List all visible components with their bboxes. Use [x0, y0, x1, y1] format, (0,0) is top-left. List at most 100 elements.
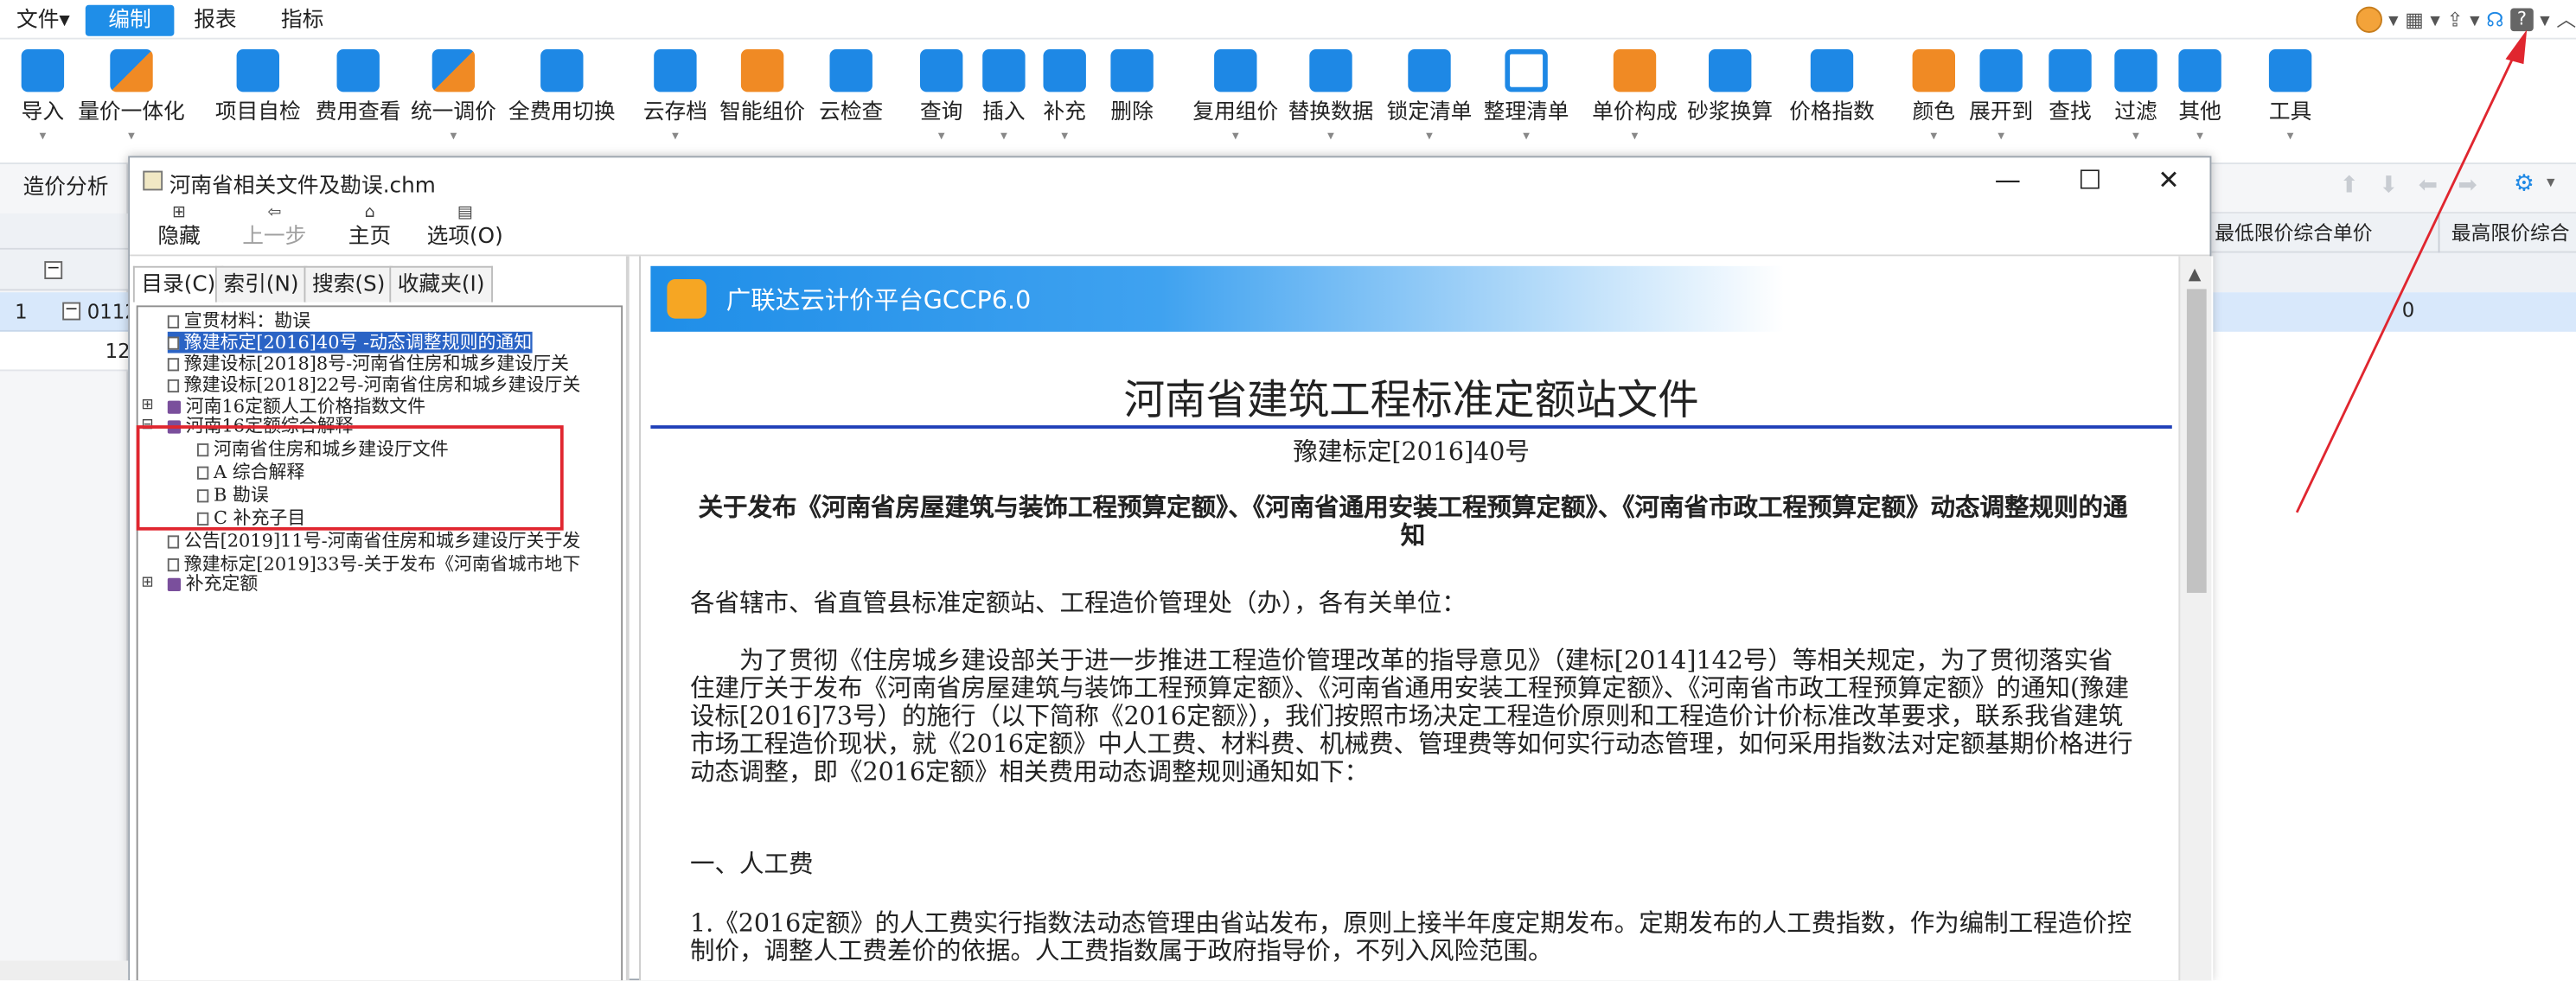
cloud-upload-icon — [654, 49, 697, 92]
tab-contents[interactable]: 目录(C) — [132, 265, 224, 303]
tools-button[interactable]: 工具 ▾ — [2260, 46, 2319, 157]
table-row[interactable]: 1 − 0112 — [0, 292, 137, 332]
grid-icon[interactable]: ▦ — [2405, 5, 2424, 35]
tab-cost-analysis[interactable]: 造价分析 — [0, 171, 109, 207]
price-index-button[interactable]: 价格指数 — [1784, 46, 1879, 157]
column-header[interactable]: 最高限价综合 — [2451, 213, 2570, 253]
project-check-button[interactable]: 项目自检 — [210, 46, 305, 157]
table-row[interactable] — [2211, 252, 2576, 293]
horizontal-scrollbar[interactable] — [0, 960, 129, 981]
arrow-up-icon[interactable]: ⬆ — [2340, 173, 2359, 199]
help-toolbar: ⊞ 隐藏 ⇦ 上一步 ⌂ 主页 ▤ 选项(O) — [130, 203, 2210, 257]
insert-icon — [982, 49, 1026, 92]
full-fee-icon — [540, 49, 584, 92]
organize-list-button[interactable]: 整理清单 ▾ — [1479, 46, 1574, 157]
reuse-pricing-button[interactable]: 复用组价 ▾ — [1190, 46, 1282, 157]
maximize-button[interactable]: ☐ — [2052, 161, 2127, 201]
smart-pricing-button[interactable]: 智能组价 — [716, 46, 808, 157]
other-button[interactable]: 其他 ▾ — [2172, 46, 2228, 157]
tree-item[interactable]: 公告[2019]11号-河南省住房和城乡建设厅关于发 — [167, 531, 580, 551]
lock-icon — [1408, 49, 1451, 92]
tree-folder[interactable]: 补充定额 — [167, 573, 258, 595]
top-right-controls: ▾ ▦ ▾ ⇪ ▾ ☊ ? ▾ ︿ — [2355, 3, 2576, 36]
menu-file[interactable]: 文件▾ — [10, 5, 76, 36]
unit-price-icon — [1613, 49, 1657, 92]
quantity-price-icon — [110, 49, 153, 92]
arrow-right-icon[interactable]: ➡ — [2458, 173, 2477, 199]
full-fee-switch-button[interactable]: 全费用切换 — [502, 46, 621, 157]
tree-item[interactable]: 豫建设标[2018]8号-河南省住房和城乡建设厅关 — [167, 354, 569, 374]
expand-plus-icon[interactable]: ⊞ — [141, 575, 153, 591]
arrow-left-icon[interactable]: ⬅ — [2419, 173, 2438, 199]
expand-plus-icon[interactable]: ⊞ — [141, 398, 153, 414]
chevron-down-icon[interactable]: ▾ — [2388, 5, 2398, 35]
minimize-button[interactable]: — — [1970, 161, 2045, 201]
avatar-icon[interactable] — [2355, 6, 2382, 33]
fee-view-button[interactable]: 费用查看 — [312, 46, 404, 157]
smart-pricing-icon — [740, 49, 784, 92]
cloud-check-button[interactable]: 云检查 — [815, 46, 887, 157]
arrow-down-icon[interactable]: ⬇ — [2379, 173, 2398, 199]
menu-report[interactable]: 报表 — [188, 5, 244, 36]
options-button[interactable]: ▤ 选项(O) — [425, 204, 504, 257]
hide-button[interactable]: ⊞ 隐藏 — [153, 204, 206, 257]
collapse-toggle-icon[interactable]: − — [62, 302, 81, 321]
collapse-icon[interactable]: ︿ — [2556, 5, 2576, 35]
close-button[interactable]: ✕ — [2131, 161, 2206, 201]
insert-button[interactable]: 插入 ▾ — [979, 46, 1028, 157]
help-window-titlebar[interactable]: 河南省相关文件及勘误.chm — ☐ ✕ — [130, 157, 2210, 204]
unit-price-structure-button[interactable]: 单价构成 ▾ — [1587, 46, 1682, 157]
import-button[interactable]: 导入 ▾ — [10, 46, 75, 157]
tab-index[interactable]: 索引(N) — [214, 265, 308, 303]
document-number: 豫建标定[2016]40号 — [1293, 436, 1530, 467]
mortar-conversion-button[interactable]: 砂浆换算 — [1683, 46, 1778, 157]
filter-button[interactable]: 过滤 ▾ — [2110, 46, 2163, 157]
help-icon[interactable]: ? — [2510, 8, 2534, 32]
chevron-down-icon[interactable]: ▾ — [2470, 5, 2479, 35]
unified-price-button[interactable]: 统一调价 ▾ — [407, 46, 499, 157]
salutation: 各省辖市、省直管县标准定额站、工程造价管理处（办），各有关单位： — [690, 588, 1467, 618]
expand-to-button[interactable]: 展开到 ▾ — [1965, 46, 2037, 157]
quantity-price-button[interactable]: 量价一体化 ▾ — [75, 46, 187, 157]
body-paragraph: 为了贯彻《住房城乡建设部关于进一步推进工程造价管理改革的指导意见》（建标[201… — [690, 645, 2133, 787]
vertical-scrollbar[interactable]: ▲ — [2178, 256, 2212, 981]
chevron-down-icon[interactable]: ▾ — [2547, 174, 2555, 192]
supplement-button[interactable]: 补充 ▾ — [1039, 46, 1091, 157]
page-icon — [167, 558, 180, 572]
tab-favorites[interactable]: 收藏夹(I) — [389, 265, 493, 303]
chevron-down-icon: ▾ — [2286, 128, 2294, 143]
banner-text: 广联达云计价平台GCCP6.0 — [725, 285, 1032, 315]
color-button[interactable]: 颜色 ▾ — [1906, 46, 1962, 157]
tools-icon — [2268, 49, 2312, 92]
table-row[interactable]: − — [0, 249, 129, 291]
cloud-archive-button[interactable]: 云存档 ▾ — [637, 46, 713, 157]
tab-search[interactable]: 搜索(S) — [304, 265, 393, 303]
find-button[interactable]: 查找 — [2044, 46, 2097, 157]
scroll-up-icon[interactable]: ▲ — [2189, 266, 2202, 284]
menu-index[interactable]: 指标 — [274, 5, 330, 36]
back-button[interactable]: ⇦ 上一步 — [241, 204, 307, 257]
upload-icon[interactable]: ⇪ — [2446, 5, 2463, 35]
tree-item-selected[interactable]: 豫建标定[2016]40号 -动态调整规则的通知 — [167, 331, 533, 354]
binoculars-icon — [2049, 49, 2092, 92]
delete-button[interactable]: 删除 — [1104, 46, 1160, 157]
home-button[interactable]: ⌂ 主页 — [343, 204, 396, 257]
chevron-down-icon[interactable]: ▾ — [2540, 5, 2549, 35]
settings-icon[interactable]: ⚙ — [2514, 171, 2534, 197]
replace-data-button[interactable]: 替换数据 ▾ — [1285, 46, 1377, 157]
section-heading: 一、人工费 — [690, 849, 814, 879]
lock-list-button[interactable]: 锁定清单 ▾ — [1384, 46, 1475, 157]
tree-item[interactable]: 宣贯材料：勘误 — [167, 310, 310, 332]
tree-folder[interactable]: 河南16定额人工价格指数文件 — [167, 396, 425, 417]
table-row[interactable]: 0 — [2211, 292, 2576, 332]
headset-icon[interactable]: ☊ — [2486, 5, 2503, 35]
chevron-down-icon[interactable]: ▾ — [2430, 5, 2439, 35]
table-row[interactable]: 12 — [0, 331, 131, 372]
tree-item[interactable]: 豫建设标[2018]22号-河南省住房和城乡建设厅关 — [167, 374, 580, 396]
scroll-thumb[interactable] — [2186, 289, 2207, 593]
column-header[interactable]: 最低限价综合单价 — [2215, 213, 2372, 253]
query-button[interactable]: 查询 ▾ — [913, 46, 969, 157]
tree-item[interactable]: 豫建标定[2019]33号-关于发布《河南省城市地下 — [167, 553, 580, 575]
menu-edit[interactable]: 编制 — [85, 4, 175, 36]
collapse-toggle-icon[interactable]: − — [44, 260, 63, 279]
